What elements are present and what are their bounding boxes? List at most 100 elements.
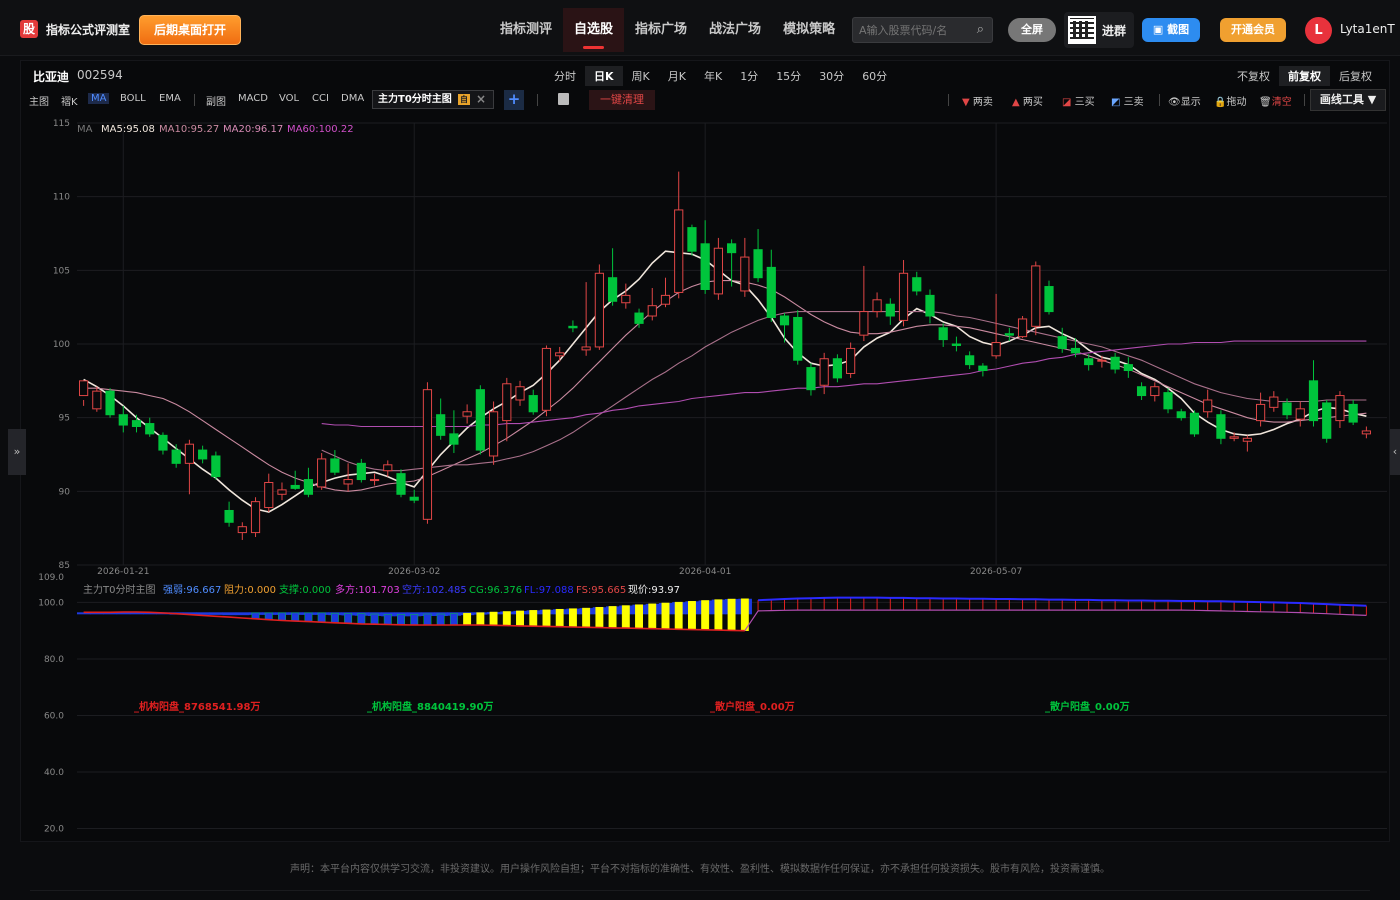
x-tick-label: 2026-04-01: [679, 567, 731, 577]
candle-body: [105, 390, 115, 416]
strength-band: [209, 612, 223, 615]
candle-body: [700, 243, 710, 290]
period-1min[interactable]: 1分: [731, 66, 767, 86]
ma5-line: [83, 250, 1367, 513]
candle-body: [184, 443, 195, 464]
nav-item-indicator-review[interactable]: 指标测评: [489, 8, 563, 52]
hatch-bar: [489, 611, 498, 626]
clear-drawings-tool[interactable]: 🗑清空: [1259, 93, 1292, 108]
username[interactable]: Lyta1enT: [1340, 22, 1395, 36]
candle-body: [237, 526, 247, 534]
adjust-backward[interactable]: 后复权: [1330, 66, 1381, 86]
two-sell-tool[interactable]: ▼ 两卖: [962, 93, 993, 108]
period-yearly[interactable]: 年K: [695, 66, 731, 86]
candle-body: [1150, 386, 1160, 397]
period-monthly[interactable]: 月K: [659, 66, 695, 86]
clear-all-button[interactable]: 一键清理: [589, 90, 655, 110]
join-group-button[interactable]: 进群: [1064, 12, 1134, 48]
two-buy-tool[interactable]: ▲ 两买: [1012, 93, 1043, 108]
hatch-bar: [648, 603, 657, 629]
hatch-bar: [502, 611, 511, 626]
sub-legend-strong: 强弱:96.667: [163, 584, 221, 596]
chevron-down-icon: ▼: [1367, 93, 1377, 106]
period-selector: 分时 日K 周K 月K 年K 1分 15分 30分 60分: [545, 66, 896, 86]
indicator-cci[interactable]: CCI: [312, 93, 329, 104]
nav-item-strategy-square[interactable]: 战法广场: [698, 8, 772, 52]
candle-body: [1031, 265, 1041, 327]
three-sell-label: 三卖: [1123, 97, 1144, 108]
indicator-dma[interactable]: DMA: [341, 93, 364, 104]
indicator-macd[interactable]: MACD: [238, 93, 268, 104]
sub-legend-cg: CG:96.376: [469, 585, 522, 596]
candle-body: [118, 414, 128, 426]
add-indicator-button[interactable]: +: [504, 90, 524, 110]
candle-body: [462, 411, 472, 417]
y-tick-label: 60.0: [44, 711, 64, 721]
hatch-bar: [714, 599, 723, 631]
candle-body: [528, 395, 538, 413]
kline-chart[interactable]: 85 90 95 100 105 110 115 2026-01-21 2026-03-02 20…: [21, 115, 1389, 843]
period-60min[interactable]: 60分: [853, 66, 896, 86]
period-15min[interactable]: 15分: [767, 66, 810, 86]
sub-annotation: _机构阳盘_8768541.98万: [134, 700, 260, 713]
adjust-none[interactable]: 不复权: [1228, 66, 1279, 86]
candle-body: [1044, 286, 1054, 313]
show-tool[interactable]: 👁显示: [1168, 93, 1201, 108]
indicator-candle[interactable]: 褶K: [61, 93, 78, 108]
candle-body: [224, 509, 234, 523]
chevron-right-icon: »: [13, 445, 21, 458]
indicator-vol[interactable]: VOL: [279, 93, 299, 104]
nav-item-watchlist[interactable]: 自选股: [563, 8, 625, 52]
y-tick-label: 115: [53, 119, 70, 129]
drawing-tools-dropdown[interactable]: 画线工具 ▼: [1310, 89, 1386, 111]
hatch-bar: [582, 607, 591, 628]
qr-code-icon: [1068, 16, 1096, 44]
candle-body: [1203, 399, 1213, 413]
clear-drawings-label: 清空: [1271, 97, 1292, 108]
close-icon[interactable]: ×: [476, 91, 486, 108]
hatch-bar: [264, 612, 273, 620]
screenshot-button[interactable]: ▣ 截图: [1142, 18, 1200, 42]
tab-t0-indicator[interactable]: 主力T0分时主图 自 ×: [372, 90, 494, 109]
nav-item-simulated-strategy[interactable]: 模拟策略: [772, 8, 846, 52]
candle-body: [422, 389, 433, 520]
candle-body: [898, 272, 909, 321]
hatch-bar: [291, 612, 300, 622]
candle-body: [806, 367, 816, 391]
candle-body: [317, 458, 327, 488]
search-icon[interactable]: ⌕: [977, 22, 984, 37]
avatar[interactable]: L: [1305, 17, 1332, 44]
three-sell-tool[interactable]: ◩ 三卖: [1111, 93, 1144, 108]
hatch-bar: [595, 606, 604, 628]
indicator-boll[interactable]: BOLL: [120, 93, 146, 104]
candle-body: [740, 256, 750, 292]
y-tick-label: 85: [59, 561, 70, 571]
y-tick-label: 95: [59, 414, 70, 424]
drag-tool[interactable]: 🔒拖动: [1214, 93, 1246, 108]
right-collapse-handle[interactable]: ‹: [1390, 429, 1400, 475]
save-icon[interactable]: [558, 93, 569, 105]
period-daily[interactable]: 日K: [585, 66, 623, 86]
vip-button[interactable]: 开通会员: [1220, 18, 1286, 42]
candle-body: [541, 347, 552, 411]
candle-body: [1110, 356, 1120, 370]
left-collapse-handle[interactable]: »: [8, 429, 26, 475]
trash-icon: 🗑: [1259, 97, 1272, 108]
three-buy-tool[interactable]: ◪ 三买: [1062, 93, 1095, 108]
hatch-bar: [608, 606, 617, 629]
sub-legend-fl: FL:97.088: [524, 585, 574, 596]
stock-search-input[interactable]: [853, 18, 963, 42]
indicator-ma[interactable]: MA: [88, 93, 110, 104]
adjust-forward[interactable]: 前复权: [1279, 66, 1330, 86]
brand[interactable]: 股 指标公式评测室: [20, 20, 130, 38]
period-intraday[interactable]: 分时: [545, 66, 585, 86]
fullscreen-button[interactable]: 全屏: [1008, 18, 1056, 42]
ma10-line: [83, 280, 1367, 492]
period-weekly[interactable]: 周K: [623, 66, 659, 86]
desktop-open-button[interactable]: 后期桌面打开: [139, 15, 241, 45]
nav-item-indicator-square[interactable]: 指标广场: [624, 8, 698, 52]
period-30min[interactable]: 30分: [810, 66, 853, 86]
indicator-ema[interactable]: EMA: [159, 93, 181, 104]
triangle-up-icon: ▲: [1012, 97, 1020, 108]
sub-legend-fs: FS:95.665: [576, 585, 626, 596]
